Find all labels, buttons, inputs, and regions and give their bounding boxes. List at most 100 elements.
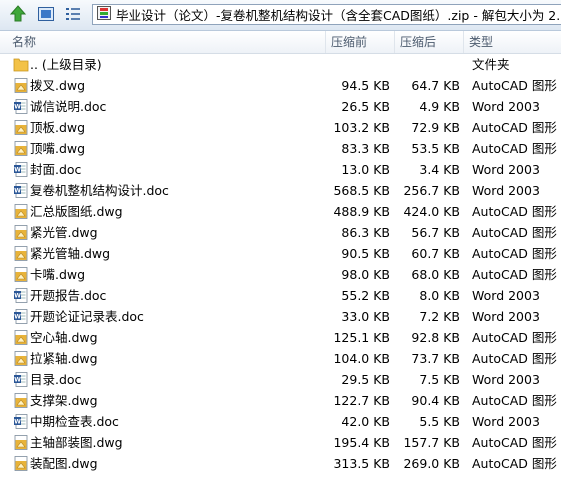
file-size: 55.2 KB: [341, 288, 390, 303]
column-header: 名称 压缩前 压缩后 类型: [0, 31, 561, 54]
dwg-file-icon: [13, 434, 29, 451]
file-type: 文件夹: [472, 57, 510, 72]
file-row[interactable]: W 封面.doc 13.0 KB 3.4 KB Word 2003: [0, 159, 561, 180]
file-packed-size: 60.7 KB: [411, 246, 460, 261]
file-type: AutoCAD 图形: [472, 393, 557, 408]
file-name: 拉紧轴.dwg: [30, 351, 98, 366]
file-type: AutoCAD 图形: [472, 204, 557, 219]
file-name: 目录.doc: [30, 372, 82, 387]
file-row[interactable]: 顶板.dwg 103.2 KB 72.9 KB AutoCAD 图形: [0, 117, 561, 138]
file-row[interactable]: 顶嘴.dwg 83.3 KB 53.5 KB AutoCAD 图形: [0, 138, 561, 159]
dwg-file-icon: [13, 350, 29, 367]
file-type: AutoCAD 图形: [472, 351, 557, 366]
file-size: 488.9 KB: [333, 204, 390, 219]
large-icons-view-icon[interactable]: [36, 4, 56, 24]
dwg-file-icon: [13, 455, 29, 472]
file-row[interactable]: W 复卷机整机结构设计.doc 568.5 KB 256.7 KB Word 2003: [0, 180, 561, 201]
file-packed-size: 68.0 KB: [411, 267, 460, 282]
up-arrow-icon[interactable]: [8, 4, 28, 24]
file-row[interactable]: 紧光管.dwg 86.3 KB 56.7 KB AutoCAD 图形: [0, 222, 561, 243]
file-type: Word 2003: [472, 372, 540, 387]
file-packed-size: 157.7 KB: [403, 435, 460, 450]
file-type: Word 2003: [472, 309, 540, 324]
file-type: Word 2003: [472, 414, 540, 429]
file-name: 紧光管.dwg: [30, 225, 98, 240]
file-name: 开题报告.doc: [30, 288, 107, 303]
file-size: 122.7 KB: [333, 393, 390, 408]
file-name: 诚信说明.doc: [30, 99, 107, 114]
svg-text:W: W: [14, 314, 21, 321]
column-size-header[interactable]: 压缩前: [327, 31, 395, 53]
file-type: AutoCAD 图形: [472, 267, 557, 282]
file-name: 卡嘴.dwg: [30, 267, 86, 282]
svg-text:W: W: [14, 188, 21, 195]
file-row[interactable]: 空心轴.dwg 125.1 KB 92.8 KB AutoCAD 图形: [0, 327, 561, 348]
dwg-file-icon: [13, 392, 29, 409]
file-row[interactable]: W 开题报告.doc 55.2 KB 8.0 KB Word 2003: [0, 285, 561, 306]
file-type: Word 2003: [472, 288, 540, 303]
dwg-file-icon: [13, 245, 29, 262]
file-name: 顶嘴.dwg: [30, 141, 86, 156]
word-file-icon: W: [13, 182, 29, 199]
toolbar: 毕业设计（论文）-复卷机整机结构设计（含全套CAD图纸）.zip - 解包大小为…: [0, 0, 561, 31]
file-name: 空心轴.dwg: [30, 330, 98, 345]
file-type: AutoCAD 图形: [472, 456, 557, 471]
file-type: AutoCAD 图形: [472, 225, 557, 240]
svg-text:W: W: [14, 293, 21, 300]
svg-text:W: W: [14, 104, 21, 111]
file-packed-size: 56.7 KB: [411, 225, 460, 240]
file-row[interactable]: 主轴部装图.dwg 195.4 KB 157.7 KB AutoCAD 图形: [0, 432, 561, 453]
word-file-icon: W: [13, 98, 29, 115]
file-type: AutoCAD 图形: [472, 246, 557, 261]
file-name: 装配图.dwg: [30, 456, 98, 471]
file-row[interactable]: 装配图.dwg 313.5 KB 269.0 KB AutoCAD 图形: [0, 453, 561, 474]
file-type: AutoCAD 图形: [472, 435, 557, 450]
archive-path-bar[interactable]: 毕业设计（论文）-复卷机整机结构设计（含全套CAD图纸）.zip - 解包大小为…: [92, 4, 561, 25]
file-row[interactable]: 紧光管轴.dwg 90.5 KB 60.7 KB AutoCAD 图形: [0, 243, 561, 264]
file-size: 94.5 KB: [341, 78, 390, 93]
file-row[interactable]: W 诚信说明.doc 26.5 KB 4.9 KB Word 2003: [0, 96, 561, 117]
svg-text:W: W: [14, 377, 21, 384]
column-name-header[interactable]: 名称: [8, 31, 326, 53]
file-row[interactable]: 拨叉.dwg 94.5 KB 64.7 KB AutoCAD 图形: [0, 75, 561, 96]
folder-icon: [13, 56, 29, 73]
dwg-file-icon: [13, 329, 29, 346]
file-size: 33.0 KB: [341, 309, 390, 324]
file-name: 拨叉.dwg: [30, 78, 86, 93]
file-packed-size: 7.2 KB: [419, 309, 460, 324]
column-type-header[interactable]: 类型: [465, 31, 561, 53]
file-packed-size: 4.9 KB: [419, 99, 460, 114]
file-row[interactable]: 支撑架.dwg 122.7 KB 90.4 KB AutoCAD 图形: [0, 390, 561, 411]
file-row[interactable]: W 目录.doc 29.5 KB 7.5 KB Word 2003: [0, 369, 561, 390]
file-row[interactable]: .. (上级目录) 文件夹: [0, 54, 561, 75]
file-name: 中期检查表.doc: [30, 414, 119, 429]
file-size: 26.5 KB: [341, 99, 390, 114]
file-packed-size: [400, 54, 460, 75]
file-packed-size: 72.9 KB: [411, 120, 460, 135]
file-row[interactable]: W 中期检查表.doc 42.0 KB 5.5 KB Word 2003: [0, 411, 561, 432]
file-packed-size: 424.0 KB: [403, 204, 460, 219]
file-name: 汇总版图纸.dwg: [30, 204, 123, 219]
dwg-file-icon: [13, 140, 29, 157]
file-packed-size: 256.7 KB: [403, 183, 460, 198]
column-packed-header[interactable]: 压缩后: [396, 31, 464, 53]
file-size: 103.2 KB: [333, 120, 390, 135]
word-file-icon: W: [13, 371, 29, 388]
zip-archive-icon: [96, 5, 112, 24]
word-file-icon: W: [13, 308, 29, 325]
file-size: [330, 54, 390, 75]
file-size: 13.0 KB: [341, 162, 390, 177]
file-packed-size: 3.4 KB: [419, 162, 460, 177]
file-row[interactable]: 卡嘴.dwg 98.0 KB 68.0 KB AutoCAD 图形: [0, 264, 561, 285]
file-name: 开题论证记录表.doc: [30, 309, 144, 324]
file-size: 42.0 KB: [341, 414, 390, 429]
file-packed-size: 7.5 KB: [419, 372, 460, 387]
file-row[interactable]: W 开题论证记录表.doc 33.0 KB 7.2 KB Word 2003: [0, 306, 561, 327]
file-row[interactable]: 拉紧轴.dwg 104.0 KB 73.7 KB AutoCAD 图形: [0, 348, 561, 369]
dwg-file-icon: [13, 119, 29, 136]
file-size: 104.0 KB: [333, 351, 390, 366]
file-name: .. (上级目录): [30, 57, 102, 72]
file-row[interactable]: 汇总版图纸.dwg 488.9 KB 424.0 KB AutoCAD 图形: [0, 201, 561, 222]
details-view-icon[interactable]: [63, 4, 83, 24]
file-name: 主轴部装图.dwg: [30, 435, 123, 450]
